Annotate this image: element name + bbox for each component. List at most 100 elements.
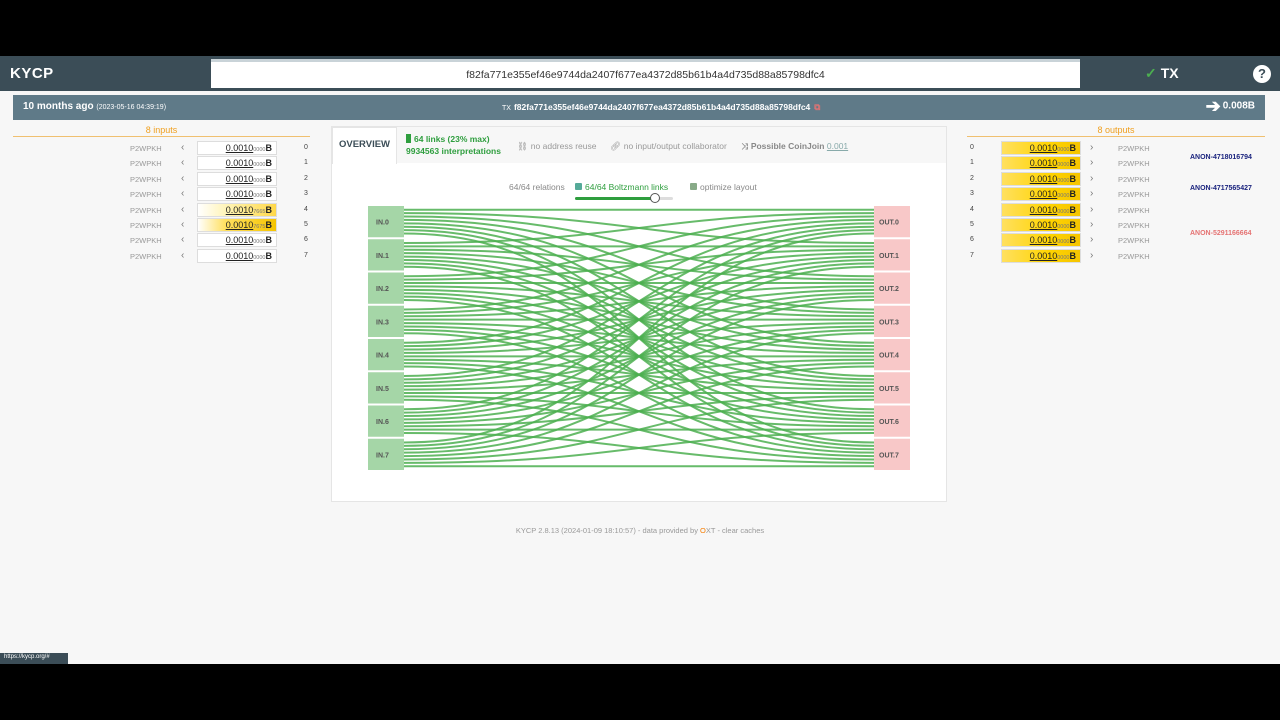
chevron-left-icon[interactable]: ‹ <box>181 219 184 230</box>
chevron-right-icon[interactable]: › <box>1090 250 1093 261</box>
chevron-right-icon[interactable]: › <box>1090 219 1093 230</box>
check-icon: ✓ <box>1145 65 1157 81</box>
diagram-output-node[interactable]: OUT.6 <box>874 405 910 437</box>
input-amount[interactable]: 0.00100000B <box>197 171 277 186</box>
output-index: 7 <box>970 251 974 259</box>
input-amount[interactable]: 0.00100000B <box>197 248 277 263</box>
amount-main: 0.0010 <box>1029 143 1058 153</box>
tx-prefix: TX <box>502 105 511 112</box>
output-amount[interactable]: 0.00100000B <box>1001 248 1081 263</box>
app-logo[interactable]: KYCP <box>10 65 54 82</box>
amount-main: 0.0010 <box>225 158 254 169</box>
diagram-input-node[interactable]: IN.0 <box>368 206 404 238</box>
chevron-left-icon[interactable]: ‹ <box>181 188 184 199</box>
chevron-left-icon[interactable]: ‹ <box>181 173 184 184</box>
coinjoin-heuristic[interactable]: ⤨ Possible CoinJoin 0.001 <box>741 141 848 152</box>
input-amount[interactable]: 0.00100000B <box>197 156 277 171</box>
output-amount[interactable]: 0.00100000B <box>1001 156 1081 171</box>
chevron-right-icon[interactable]: › <box>1090 188 1093 199</box>
output-amount[interactable]: 0.00100000B <box>1001 218 1081 232</box>
output-row[interactable]: 3 0.00100000B › P2WPKH ANON-4717565427 <box>967 185 1265 202</box>
diagram-output-node[interactable]: OUT.7 <box>874 438 910 470</box>
provider-rest[interactable]: XT <box>706 526 715 535</box>
input-node-label: IN.7 <box>376 452 389 459</box>
diagram-output-node[interactable]: OUT.2 <box>874 272 910 304</box>
chevron-right-icon[interactable]: › <box>1090 173 1093 184</box>
anon-set-label[interactable]: ANON-4718016794 <box>1190 154 1252 161</box>
diagram-output-node[interactable]: OUT.3 <box>874 305 910 337</box>
diagram-input-node[interactable]: IN.7 <box>368 438 404 470</box>
input-row[interactable]: P2WPKH ‹ 0.00100000B 0 <box>13 141 310 156</box>
input-amount[interactable]: 0.00100000B <box>197 187 277 202</box>
input-amount[interactable]: 0.00100000B <box>197 141 277 155</box>
inputs-title: 8 inputs <box>13 125 310 137</box>
diagram-input-node[interactable]: IN.2 <box>368 272 404 304</box>
txid-search-input[interactable]: f82fa771e355ef46e9744da2407f677ea4372d85… <box>211 59 1080 88</box>
chevron-left-icon[interactable]: ‹ <box>181 204 184 215</box>
chevron-right-icon[interactable]: › <box>1090 234 1093 245</box>
output-type: P2WPKH <box>1118 221 1150 230</box>
chevron-right-icon[interactable]: › <box>1090 142 1093 153</box>
relations-toggle[interactable]: 64/64 relations <box>509 182 565 192</box>
diagram-input-node[interactable]: IN.1 <box>368 239 404 271</box>
chevron-left-icon[interactable]: ‹ <box>181 234 184 245</box>
output-amount[interactable]: 0.00100000B <box>1001 141 1081 155</box>
boltzmann-link-diagram: IN.0 IN.1 IN.2 IN.3 IN.4 IN.5 IN.6 IN.7 OUT.0 OUT… <box>368 206 910 470</box>
output-row[interactable]: 4 0.00100000B › P2WPKH <box>967 202 1265 218</box>
chevron-right-icon[interactable]: › <box>1090 204 1093 215</box>
output-row[interactable]: 7 0.00100000B › P2WPKH <box>967 248 1265 264</box>
tx-mode-indicator[interactable]: ✓ TX <box>1145 65 1179 82</box>
diagram-output-node[interactable]: OUT.4 <box>874 339 910 371</box>
output-row[interactable]: 1 0.00100000B › P2WPKH ANON-4718016794 <box>967 154 1265 171</box>
chevron-left-icon[interactable]: ‹ <box>181 142 184 153</box>
output-amount[interactable]: 0.00100000B <box>1001 233 1081 248</box>
btc-unit: B <box>265 173 273 184</box>
input-index: 3 <box>304 190 308 198</box>
input-type: P2WPKH <box>130 159 162 169</box>
output-amount[interactable]: 0.00100000B <box>1001 187 1081 202</box>
diagram-output-node[interactable]: OUT.1 <box>874 239 910 271</box>
slider-handle[interactable] <box>650 193 660 203</box>
input-amount[interactable]: 0.00107675B <box>197 218 277 232</box>
output-type: P2WPKH <box>1118 251 1150 261</box>
diagram-input-node[interactable]: IN.3 <box>368 305 404 337</box>
anon-set-label[interactable]: ANON-5291166664 <box>1190 230 1252 237</box>
chevron-right-icon[interactable]: › <box>1090 157 1093 168</box>
coinjoin-score[interactable]: 0.001 <box>827 141 848 151</box>
address-reuse-heuristic[interactable]: ⛓ no address reuse <box>517 141 596 152</box>
chevron-left-icon[interactable]: ‹ <box>181 157 184 168</box>
input-row[interactable]: P2WPKH ‹ 0.00107675B 5 <box>13 218 310 233</box>
copy-icon[interactable]: ⧉ <box>814 102 820 112</box>
output-amount[interactable]: 0.00100000B <box>1001 202 1081 217</box>
diagram-output-node[interactable]: OUT.5 <box>874 372 910 404</box>
output-type: P2WPKH <box>1118 205 1150 215</box>
collaborator-heuristic[interactable]: 🔗︎ no input/output collaborator <box>610 141 727 152</box>
tx-age-text: 10 months ago <box>23 101 94 112</box>
output-row[interactable]: 6 0.00100000B › P2WPKH ANON-5291166664 <box>967 230 1265 248</box>
clear-caches-link[interactable]: - clear caches <box>717 526 764 535</box>
optimize-layout-toggle[interactable]: optimize layout <box>690 182 757 192</box>
diagram-input-node[interactable]: IN.6 <box>368 405 404 437</box>
tx-hash[interactable]: f82fa771e355ef46e9744da2407f677ea4372d85… <box>514 102 810 112</box>
chevron-left-icon[interactable]: ‹ <box>181 250 184 261</box>
tab-overview[interactable]: OVERVIEW <box>332 127 397 164</box>
input-row[interactable]: P2WPKH ‹ 0.00100000B 1 <box>13 156 310 171</box>
help-icon[interactable]: ? <box>1253 65 1271 83</box>
link-icon: 🔗︎ <box>610 141 621 151</box>
diagram-output-node[interactable]: OUT.0 <box>874 206 910 238</box>
diagram-input-node[interactable]: IN.5 <box>368 372 404 404</box>
tx-date: (2023-05-16 04:39:19) <box>96 104 167 111</box>
input-row[interactable]: P2WPKH ‹ 0.00100000B 2 <box>13 171 310 187</box>
input-amount[interactable]: 0.00100000B <box>197 233 277 248</box>
input-amount[interactable]: 0.00107665B <box>197 202 277 217</box>
output-amount[interactable]: 0.00100000B <box>1001 171 1081 186</box>
diagram-input-node[interactable]: IN.4 <box>368 339 404 371</box>
input-row[interactable]: P2WPKH ‹ 0.00100000B 6 <box>13 233 310 248</box>
anon-set-label[interactable]: ANON-4717565427 <box>1190 185 1252 192</box>
boltzmann-toggle[interactable]: 64/64 Boltzmann links <box>575 182 668 192</box>
input-row[interactable]: P2WPKH ‹ 0.00107665B 4 <box>13 202 310 218</box>
input-row[interactable]: P2WPKH ‹ 0.00100000B 7 <box>13 248 310 264</box>
output-node-label: OUT.6 <box>879 419 899 426</box>
app-screen: KYCP f82fa771e355ef46e9744da2407f677ea43… <box>0 56 1280 664</box>
input-row[interactable]: P2WPKH ‹ 0.00100000B 3 <box>13 187 310 202</box>
